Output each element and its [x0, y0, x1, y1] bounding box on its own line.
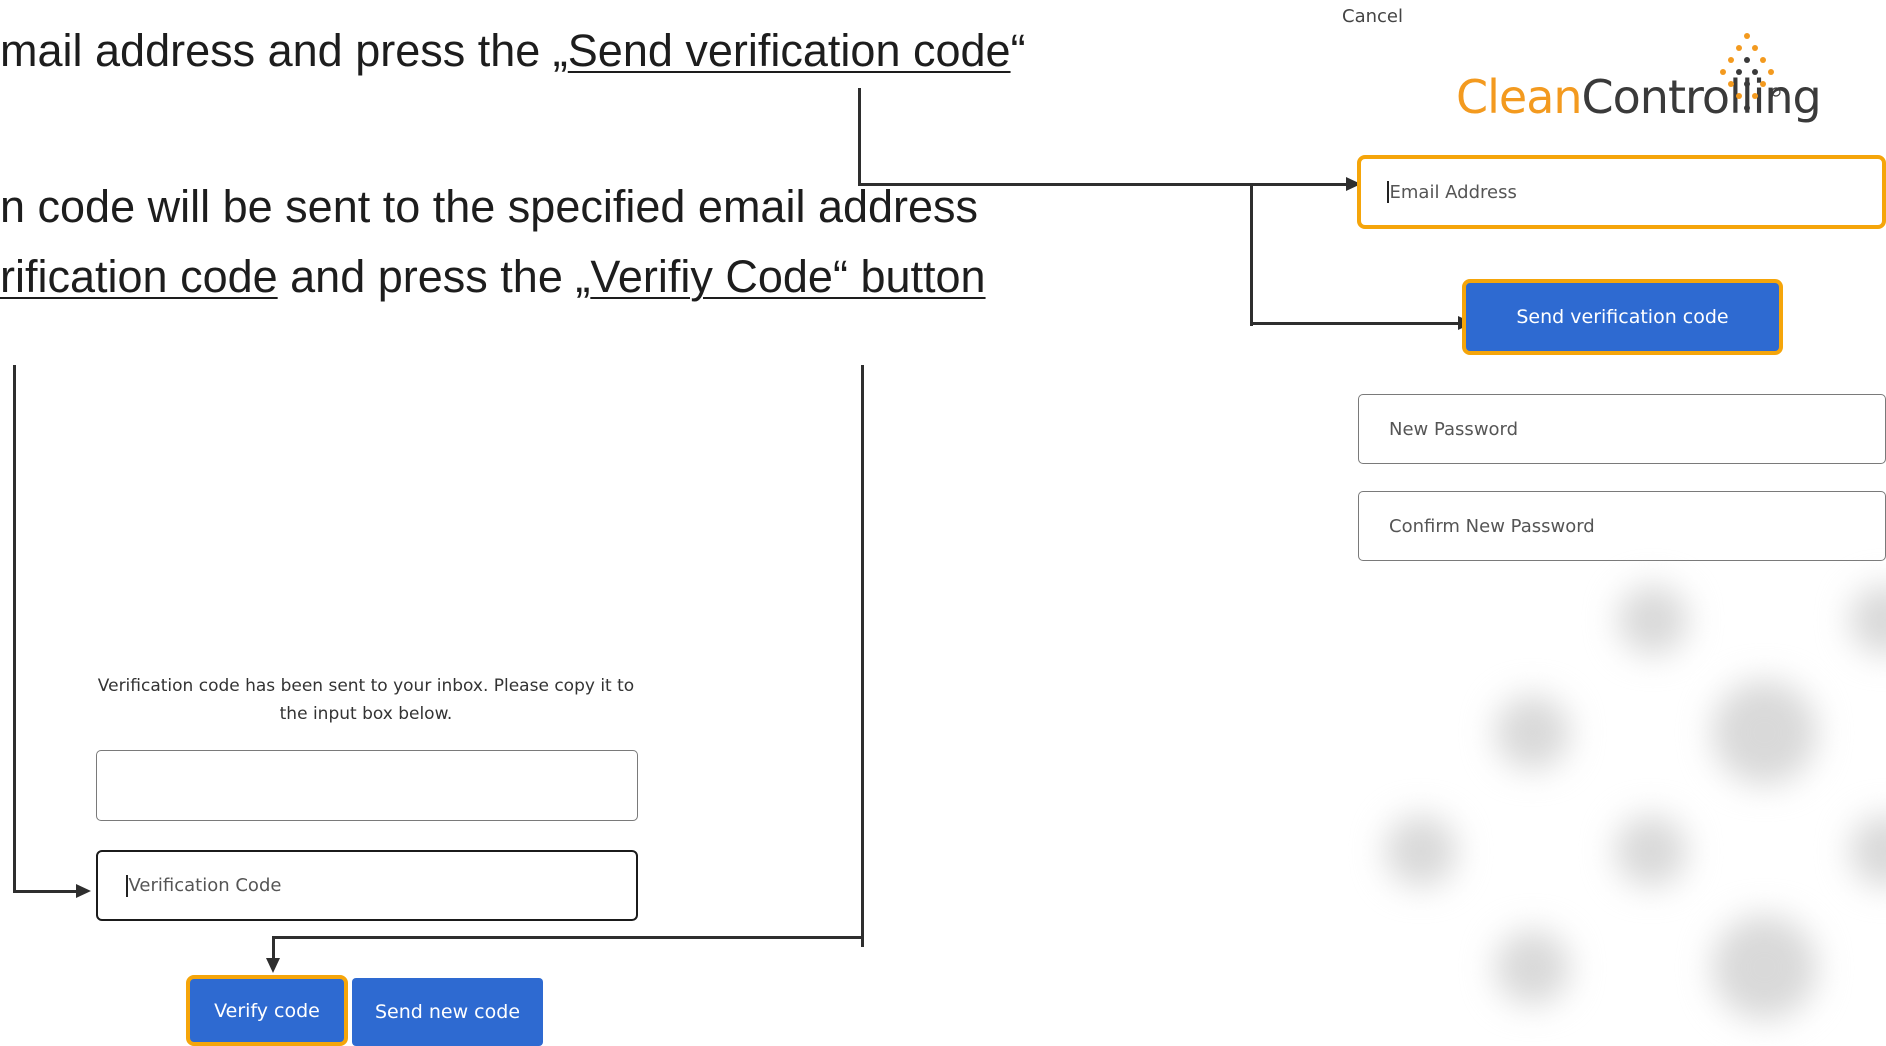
logo-text-clean: Clean — [1456, 70, 1583, 124]
instruction-1-suffix: “ — [1010, 25, 1026, 76]
new-password-placeholder: New Password — [1389, 418, 1519, 440]
connector-verify-vertical — [861, 365, 864, 947]
background-decoration — [1615, 815, 1687, 887]
background-decoration — [1712, 915, 1817, 1020]
confirm-new-password-input[interactable]: Confirm New Password — [1358, 491, 1886, 561]
verification-code-input[interactable]: Verification Code — [96, 850, 638, 921]
text-cursor — [1387, 181, 1389, 203]
cancel-link[interactable]: Cancel — [1342, 6, 1403, 27]
connector-code-horizontal — [13, 890, 77, 893]
send-verification-code-button[interactable]: Send verification code — [1462, 279, 1783, 355]
connector-code-vertical — [13, 365, 16, 893]
instruction-line-3: rification code and press the „Verifiy C… — [0, 254, 986, 299]
background-decoration — [1385, 815, 1457, 887]
connector-email-vertical — [858, 88, 861, 186]
logo-text-controlling: Controlling — [1581, 70, 1822, 124]
connector-verify-drop — [272, 936, 275, 960]
instruction-1-link: Send verification code — [567, 25, 1011, 76]
background-decoration — [1618, 585, 1688, 655]
connector-code-arrowhead — [76, 884, 91, 898]
background-decoration — [1712, 680, 1817, 785]
connector-verify-arrowhead — [266, 958, 280, 973]
verify-code-button[interactable]: Verify code — [186, 975, 348, 1046]
verification-code-placeholder: Verification Code — [128, 875, 282, 896]
connector-send-horizontal — [1250, 322, 1460, 325]
background-decoration — [1850, 815, 1886, 887]
connector-email-horizontal — [858, 183, 1348, 186]
instruction-line-1: mail address and press the „Send verific… — [0, 28, 1026, 73]
verification-sent-message: Verification code has been sent to your … — [97, 676, 635, 724]
connector-send-vertical — [1250, 186, 1253, 326]
email-address-input[interactable]: Email Address — [1357, 155, 1886, 229]
background-decoration — [1495, 930, 1570, 1005]
instruction-1-prefix: mail address and press the „ — [0, 25, 568, 76]
instruction-line-2: n code will be sent to the specified ema… — [0, 181, 979, 232]
text-cursor — [126, 874, 128, 897]
confirm-password-placeholder: Confirm New Password — [1389, 515, 1595, 537]
connector-verify-horizontal — [272, 936, 864, 939]
instruction-3-middle: and press the „ — [277, 251, 591, 302]
verification-info-box — [96, 750, 638, 821]
logo-dots-icon — [1720, 33, 1781, 111]
background-decoration — [1495, 695, 1570, 770]
instruction-3-link-1: rification code — [0, 251, 278, 302]
background-decoration — [1850, 585, 1886, 655]
email-placeholder: Email Address — [1389, 181, 1517, 203]
send-new-code-button[interactable]: Send new code — [352, 978, 543, 1046]
new-password-input[interactable]: New Password — [1358, 394, 1886, 464]
instruction-3-link-2: Verifiy Code“ button — [590, 251, 986, 302]
